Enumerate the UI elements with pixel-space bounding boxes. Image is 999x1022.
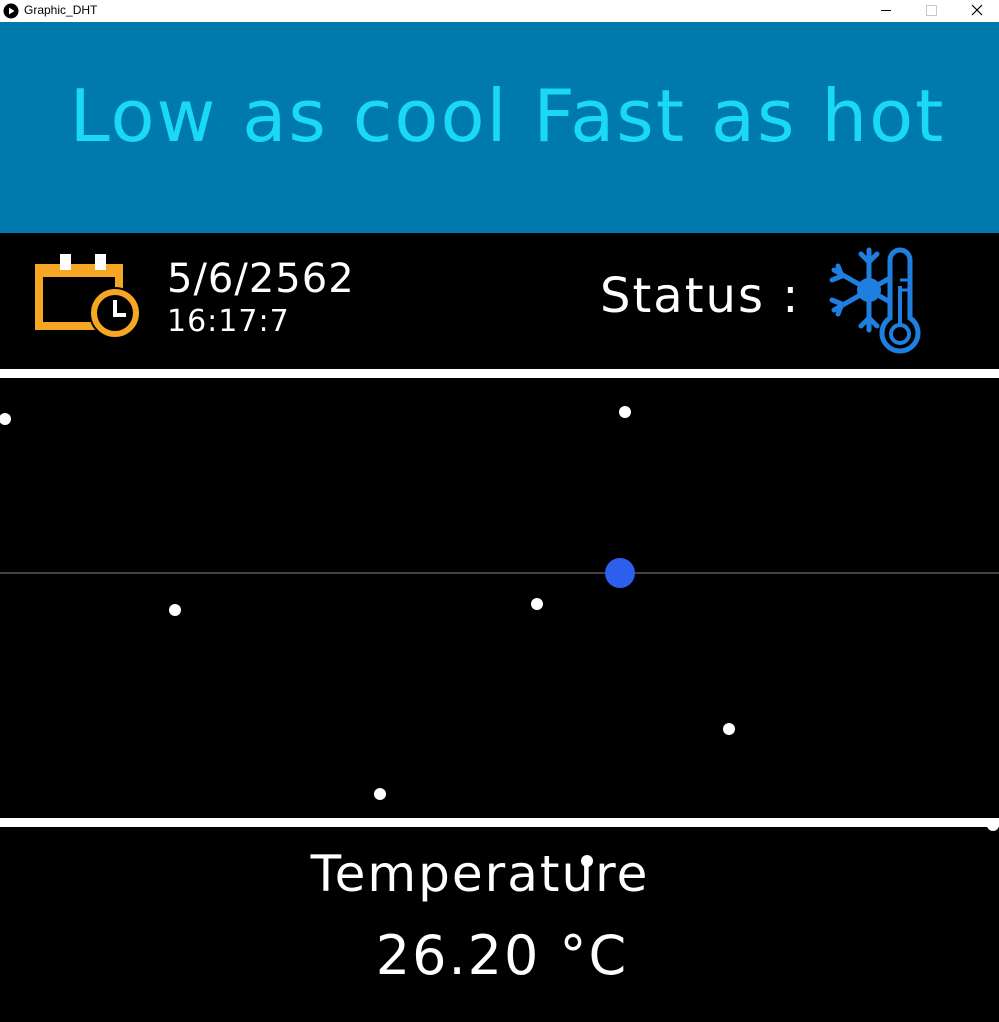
- maximize-button[interactable]: [909, 0, 954, 22]
- graph-dot: [0, 413, 11, 425]
- graph-area: [0, 378, 999, 830]
- graph-dot: [169, 604, 181, 616]
- status-label: Status :: [600, 268, 801, 324]
- app-play-icon: [3, 3, 19, 19]
- close-button[interactable]: [954, 0, 999, 22]
- graph-dot: [619, 406, 631, 418]
- graph-top-border: [0, 369, 999, 378]
- time-display: 16:17:7: [167, 304, 290, 339]
- window-title: Graphic_DHT: [24, 3, 98, 17]
- minimize-icon: [881, 10, 891, 11]
- calendar-clock-icon: [33, 252, 143, 342]
- minimize-button[interactable]: [864, 0, 909, 22]
- close-icon: [971, 4, 983, 16]
- graph-dot: [723, 723, 735, 735]
- graph-bottom-border: [0, 818, 999, 827]
- title-bar[interactable]: Graphic_DHT: [0, 0, 999, 22]
- snowflake-thermometer-icon: [824, 246, 930, 354]
- app-window: Graphic_DHT Low as cool Fast as hot 5/6/…: [0, 0, 999, 1022]
- temperature-label: Temperature: [310, 845, 650, 903]
- graph-current-dot: [605, 558, 635, 588]
- graph-dot: [531, 598, 543, 610]
- banner: Low as cool Fast as hot: [0, 22, 999, 233]
- maximize-icon: [926, 5, 937, 16]
- date-display: 5/6/2562: [167, 256, 355, 302]
- temperature-value: 26.20 °C: [375, 924, 629, 987]
- graph-dot: [374, 788, 386, 800]
- banner-text: Low as cool Fast as hot: [69, 74, 946, 158]
